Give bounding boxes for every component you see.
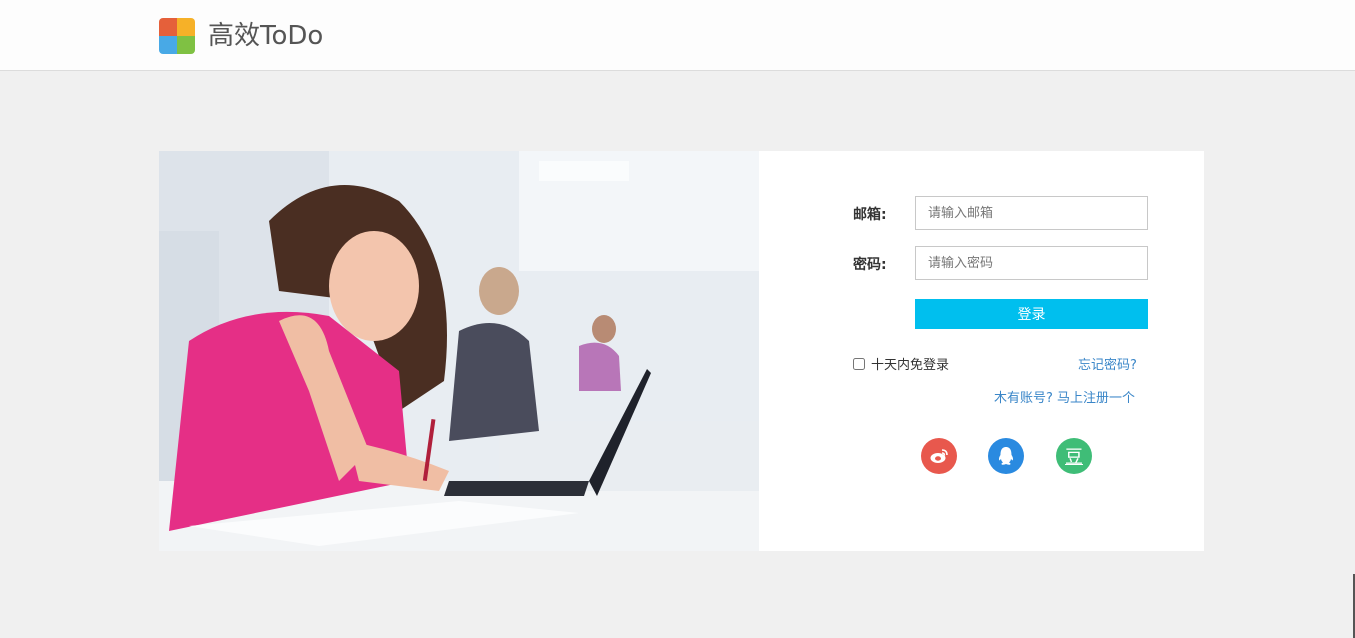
- douban-icon: 豆: [1065, 447, 1083, 468]
- app-logo-icon[interactable]: [159, 18, 195, 54]
- remember-me-label: 十天内免登录: [871, 358, 950, 373]
- register-link[interactable]: 木有账号? 马上注册一个: [994, 387, 1135, 406]
- remember-me-checkbox[interactable]: [853, 357, 865, 370]
- qq-icon: [998, 447, 1014, 465]
- email-input[interactable]: [915, 196, 1148, 230]
- password-input[interactable]: [915, 246, 1148, 280]
- email-label: 邮箱:: [853, 207, 887, 223]
- weibo-icon: [930, 449, 948, 463]
- remember-me[interactable]: 十天内免登录: [853, 354, 949, 373]
- password-label: 密码:: [853, 257, 887, 273]
- douban-login-button[interactable]: 豆: [1056, 438, 1092, 474]
- qq-login-button[interactable]: [988, 438, 1024, 474]
- brand-title[interactable]: 高效ToDo: [208, 18, 323, 54]
- login-card: 邮箱: 密码: 登录 十天内免登录 忘记密码? 木有账号? 马上注册一个 豆: [159, 151, 1204, 551]
- weibo-login-button[interactable]: [921, 438, 957, 474]
- hero-illustration: [159, 151, 759, 551]
- login-button[interactable]: 登录: [915, 299, 1148, 329]
- top-bar: 高效ToDo: [0, 0, 1355, 71]
- forgot-password-link[interactable]: 忘记密码?: [1078, 354, 1137, 373]
- login-form: 邮箱: 密码: 登录 十天内免登录 忘记密码? 木有账号? 马上注册一个 豆: [759, 151, 1204, 551]
- hero-image: [159, 151, 759, 551]
